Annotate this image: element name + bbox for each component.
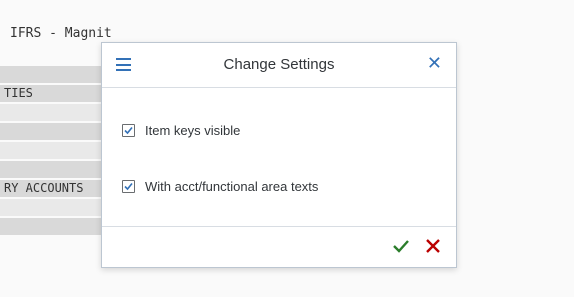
close-icon[interactable]: ✕ [427,54,442,74]
list-item[interactable] [0,218,112,235]
list-item[interactable] [0,199,112,216]
list-item[interactable]: TIES [0,85,112,102]
list-item[interactable] [0,142,112,159]
cancel-x-icon [426,239,440,253]
acct-functional-area-texts-label: With acct/functional area texts [145,179,319,194]
list-item[interactable]: RY ACCOUNTS [0,180,112,197]
change-settings-dialog: Change Settings ✕ Item keys visible With… [101,42,457,268]
item-keys-visible-checkbox[interactable]: Item keys visible [122,123,240,138]
dialog-footer [102,226,456,267]
list-item[interactable] [0,66,112,83]
cancel-button[interactable] [424,237,442,255]
dialog-header: Change Settings ✕ [102,43,456,88]
list-item[interactable] [0,104,112,121]
dialog-title: Change Settings [223,56,335,73]
list-item[interactable] [0,123,112,140]
checkmark-icon [393,240,409,253]
list-item[interactable] [0,161,112,178]
item-keys-visible-label: Item keys visible [145,123,241,138]
confirm-button[interactable] [392,237,410,255]
background-list: TIES RY ACCOUNTS [0,66,112,237]
acct-functional-area-texts-checkbox[interactable]: With acct/functional area texts [122,179,318,194]
background-window-title: IFRS - Magnit [10,26,112,41]
checkbox-checked-icon[interactable] [122,180,135,193]
checkbox-checked-icon[interactable] [122,124,135,137]
